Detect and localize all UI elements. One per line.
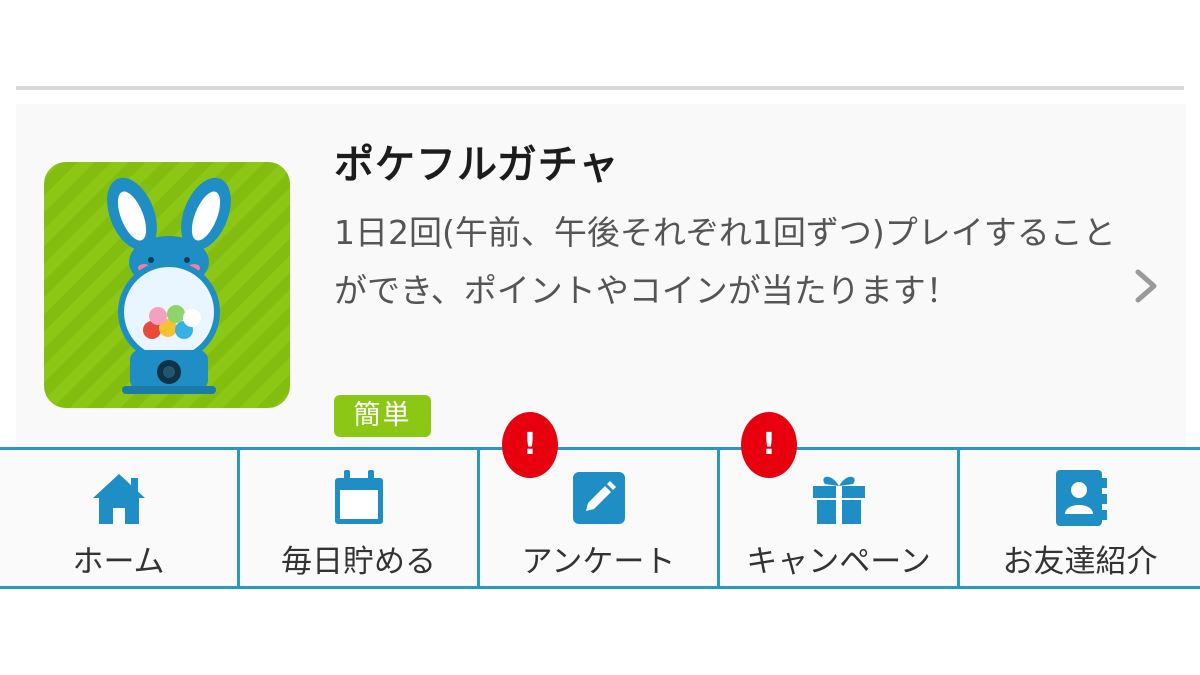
tab-daily-savings[interactable]: 毎日貯める — [240, 450, 480, 586]
gift-icon — [812, 476, 865, 524]
tab-label: 毎日貯める — [281, 544, 436, 580]
home-icon — [92, 474, 145, 524]
survey-notification-badge: ! — [502, 412, 558, 478]
tab-label: お友達紹介 — [1002, 544, 1158, 580]
tab-label: ホーム — [72, 544, 165, 580]
tab-label: キャンペーン — [746, 544, 931, 580]
contact-book-icon — [1056, 470, 1107, 526]
difficulty-tag: 簡単 — [334, 395, 431, 437]
chevron-right-icon[interactable] — [1128, 262, 1168, 310]
card-description: 1日2回(午前、午後それぞれ1回ずつ)プレイすることができ、ポイントやコインが当… — [334, 213, 1116, 310]
calendar-icon — [334, 470, 383, 524]
gacha-app-icon — [44, 162, 290, 408]
campaign-notification-badge: ! — [741, 412, 797, 478]
edit-icon — [572, 472, 625, 524]
tab-invite-friends[interactable]: お友達紹介 — [960, 450, 1200, 586]
tab-home[interactable]: ホーム — [0, 450, 240, 586]
rabbit-gacha-illustration — [107, 177, 231, 394]
top-divider — [16, 86, 1184, 90]
card-title: ポケフルガチャ — [334, 142, 620, 188]
tab-label: アンケート — [521, 544, 676, 580]
bottom-tab-bar: ホーム 毎日貯める アンケート キャンペーン お友達紹介 — [0, 447, 1200, 589]
